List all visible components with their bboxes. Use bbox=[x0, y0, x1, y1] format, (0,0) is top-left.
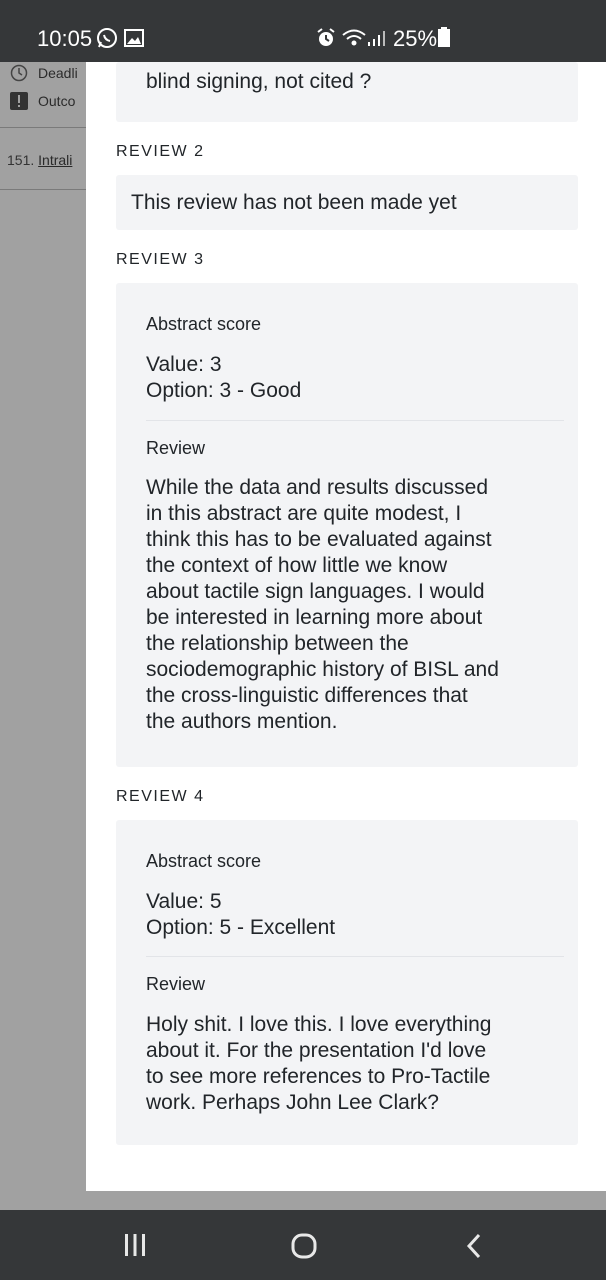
bg-outcome-row: Outco bbox=[10, 92, 75, 110]
signal-icon bbox=[368, 31, 385, 46]
review-line: the context of how little we know bbox=[146, 554, 448, 577]
back-icon[interactable] bbox=[464, 1232, 484, 1260]
bg-divider bbox=[0, 127, 86, 128]
review1-card: blind signing, not cited ? bbox=[116, 62, 578, 122]
review4-value: Value: 5 bbox=[146, 890, 222, 913]
bg-deadline-label: Deadli bbox=[38, 65, 78, 81]
review2-card: This review has not been made yet bbox=[116, 175, 578, 230]
review-line: the authors mention. bbox=[146, 710, 338, 733]
review2-heading: REVIEW 2 bbox=[116, 143, 205, 160]
review4-score-label: Abstract score bbox=[146, 851, 262, 871]
review-line: be interested in learning more about bbox=[146, 606, 483, 629]
review3-option: Option: 3 - Good bbox=[146, 379, 302, 402]
review-line: Holy shit. I love this. I love everythin… bbox=[146, 1013, 492, 1036]
review4-review-text: Holy shit. I love this. I love everythin… bbox=[146, 1012, 492, 1116]
review-line: about tactile sign languages. I would bbox=[146, 580, 485, 603]
review-line: sociodemographic history of BISL and bbox=[146, 658, 499, 681]
battery-icon bbox=[438, 27, 450, 47]
review4-heading: REVIEW 4 bbox=[116, 788, 205, 805]
bg-divider-2 bbox=[0, 189, 86, 190]
gallery-icon bbox=[124, 29, 144, 47]
review-line: think this has to be evaluated against bbox=[146, 528, 492, 551]
review4-separator bbox=[146, 956, 564, 957]
review3-separator bbox=[146, 420, 564, 421]
review-line: in this abstract are quite modest, I bbox=[146, 502, 462, 525]
battery-percent: 25% bbox=[393, 26, 438, 51]
review4-review-label: Review bbox=[146, 974, 206, 994]
review3-review-label: Review bbox=[146, 438, 206, 458]
bg-outcome-label: Outco bbox=[38, 93, 76, 109]
review-line: the cross-linguistic differences that bbox=[146, 684, 468, 707]
review3-value: Value: 3 bbox=[146, 353, 222, 376]
review3-score-label: Abstract score bbox=[146, 314, 262, 334]
review4-option: Option: 5 - Excellent bbox=[146, 916, 336, 939]
review-line: While the data and results discussed bbox=[146, 476, 489, 499]
reviews-modal: blind signing, not cited ? REVIEW 2 This… bbox=[86, 62, 606, 1191]
bg-list-link[interactable]: Intrali bbox=[38, 152, 72, 168]
bg-deadline-row: Deadli bbox=[10, 64, 78, 82]
review3-review-text: While the data and results discussed in … bbox=[146, 475, 499, 735]
recent-apps-icon[interactable] bbox=[122, 1232, 148, 1258]
status-time: 10:05 bbox=[37, 26, 93, 51]
home-icon[interactable] bbox=[290, 1232, 318, 1260]
review-line: the relationship between the bbox=[146, 632, 409, 655]
whatsapp-icon bbox=[97, 28, 117, 48]
review3-heading: REVIEW 3 bbox=[116, 251, 205, 268]
bg-list-item: 151. Intrali bbox=[7, 152, 72, 168]
review2-message: This review has not been made yet bbox=[131, 191, 457, 214]
review-line: about it. For the presentation I'd love bbox=[146, 1039, 487, 1062]
status-bar: 10:05 25% bbox=[0, 0, 606, 62]
review1-text-tail: blind signing, not cited ? bbox=[146, 70, 372, 93]
clock-icon bbox=[10, 64, 28, 82]
bg-list-number: 151. bbox=[7, 152, 35, 168]
alarm-icon bbox=[317, 28, 335, 46]
navigation-bar bbox=[0, 1210, 606, 1280]
alert-icon bbox=[10, 92, 28, 110]
review-line: to see more references to Pro-Tactile bbox=[146, 1065, 491, 1088]
wifi-icon bbox=[342, 29, 366, 46]
review-line: work. Perhaps John Lee Clark? bbox=[146, 1091, 439, 1114]
